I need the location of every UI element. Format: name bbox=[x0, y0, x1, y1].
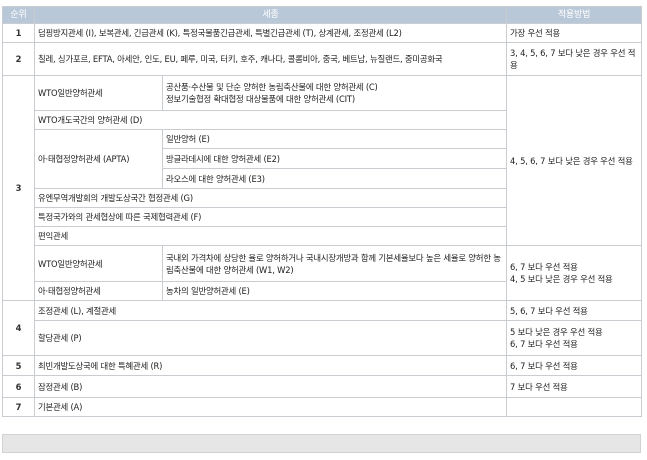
table-row: 6 잠정관세 (B) 7 보다 우선 적용 bbox=[2, 375, 643, 398]
tax-sub-cell: 라오스에 대한 양허관세 (E3) bbox=[161, 168, 508, 189]
apply-cell: 5 보다 낮은 경우 우선 적용 6, 7 보다 우선 적용 bbox=[506, 320, 643, 356]
apply-line: 5 보다 낮은 경우 우선 적용 bbox=[510, 327, 603, 337]
rank-cell: 3 bbox=[2, 75, 35, 301]
apply-cell: 5, 6, 7 보다 우선 적용 bbox=[506, 300, 643, 321]
table-row: 7 기본관세 (A) bbox=[2, 397, 643, 417]
apply-cell: 6, 7 보다 우선 적용 bbox=[506, 355, 643, 376]
rank-cell: 1 bbox=[2, 23, 35, 43]
table-row: 4 조정관세 (L), 계절관세 5, 6, 7 보다 우선 적용 bbox=[2, 300, 643, 356]
table-row: 1 덤핑방지관세 (I), 보복관세, 긴급관세 (K), 특정국물품긴급관세,… bbox=[2, 23, 643, 43]
header-rank: 순위 bbox=[2, 6, 35, 24]
tax-sub-cell: 농차의 일반양허관세 (E) bbox=[161, 281, 508, 301]
apply-line: 6, 7 보다 우선 적용 bbox=[510, 262, 578, 272]
tax-cell: 칠레, 싱가포르, EFTA, 아세안, 인도, EU, 페루, 미국, 터키,… bbox=[33, 42, 508, 76]
apply-cell: 3, 4, 5, 6, 7 보다 낮은 경우 우선 적용 bbox=[506, 42, 643, 76]
apply-cell: 4, 5, 6, 7 보다 낮은 경우 우선 적용 bbox=[506, 75, 643, 246]
tax-sub-item: 정보기술협정 확대협정 대상물품에 대한 양허관세 (CIT) bbox=[166, 94, 355, 104]
rank-cell: 2 bbox=[2, 42, 35, 76]
tax-cell: WTO개도국간의 양허관세 (D) bbox=[33, 110, 508, 130]
apply-line: 6, 7 보다 우선 적용 bbox=[510, 339, 578, 349]
rank-cell: 7 bbox=[2, 397, 35, 417]
table-row: 2 칠레, 싱가포르, EFTA, 아세안, 인도, EU, 페루, 미국, 터… bbox=[2, 42, 643, 76]
tax-group-cell: 아·태협정양허관세 bbox=[34, 281, 163, 301]
tax-cell: 할당관세 (P) bbox=[33, 320, 508, 356]
apply-cell bbox=[506, 397, 643, 417]
tax-group-cell: 아·태협정양허관세 (APTA) bbox=[34, 129, 163, 189]
table-row: 5 최빈개발도상국에 대한 특혜관세 (R) 6, 7 보다 우선 적용 bbox=[2, 355, 643, 376]
tax-sub-cell: 일반양허 (E) bbox=[161, 129, 508, 149]
tax-group-cell: WTO일반양허관세 bbox=[34, 75, 163, 111]
tax-sub-cell: 공산품·수산물 및 단순 양허한 농림축산물에 대한 양허관세 (C) 정보기술… bbox=[161, 75, 508, 111]
tax-cell: 특정국가와의 관세협상에 따른 국제협력관세 (F) bbox=[33, 207, 508, 227]
table-row: 3 WTO일반양허관세 공산품·수산물 및 단순 양허한 농림축산물에 대한 양… bbox=[2, 75, 643, 301]
header-apply-method: 적용방법 bbox=[506, 6, 643, 24]
apply-cell: 가장 우선 적용 bbox=[506, 23, 643, 43]
tariff-priority-table: 순위 세종 적용방법 1 덤핑방지관세 (I), 보복관세, 긴급관세 (K),… bbox=[2, 6, 643, 417]
table-footer-bar bbox=[2, 434, 641, 453]
table-row: 할당관세 (P) 5 보다 낮은 경우 우선 적용 6, 7 보다 우선 적용 bbox=[3, 320, 643, 356]
apply-line: 4, 5 보다 낮은 경우 우선 적용 bbox=[510, 274, 613, 284]
table-header-row: 순위 세종 적용방법 bbox=[2, 6, 643, 24]
table-row: WTO일반양허관세 국내외 가격차에 상당한 율로 양허하거나 국내시장개방과 … bbox=[3, 245, 643, 301]
tax-cell: 최빈개발도상국에 대한 특혜관세 (R) bbox=[33, 355, 508, 376]
rank-cell: 6 bbox=[2, 375, 35, 398]
tax-cell: 덤핑방지관세 (I), 보복관세, 긴급관세 (K), 특정국물품긴급관세, 특… bbox=[33, 23, 508, 43]
header-tax-type: 세종 bbox=[33, 6, 508, 24]
rank-cell: 4 bbox=[2, 300, 35, 356]
tax-cell: 편익관세 bbox=[33, 226, 508, 246]
tax-sub-cell: 방글라데시에 대한 양허관세 (E2) bbox=[161, 148, 508, 169]
apply-cell: 7 보다 우선 적용 bbox=[506, 375, 643, 398]
tax-sub-cell: 국내외 가격차에 상당한 율로 양허하거나 국내시장개방과 함께 기본세율보다 … bbox=[161, 245, 508, 282]
apply-cell: 6, 7 보다 우선 적용 4, 5 보다 낮은 경우 우선 적용 bbox=[506, 245, 643, 301]
tax-sub-item: 공산품·수산물 및 단순 양허한 농림축산물에 대한 양허관세 (C) bbox=[166, 82, 378, 92]
tax-cell: 유엔무역개발회의 개발도상국간 협정관세 (G) bbox=[33, 188, 508, 208]
tax-cell: 기본관세 (A) bbox=[33, 397, 508, 417]
tax-cell: 조정관세 (L), 계절관세 bbox=[33, 300, 508, 321]
rank-cell: 5 bbox=[2, 355, 35, 376]
tax-group-cell: WTO일반양허관세 bbox=[34, 245, 163, 282]
tax-cell: 잠정관세 (B) bbox=[33, 375, 508, 398]
